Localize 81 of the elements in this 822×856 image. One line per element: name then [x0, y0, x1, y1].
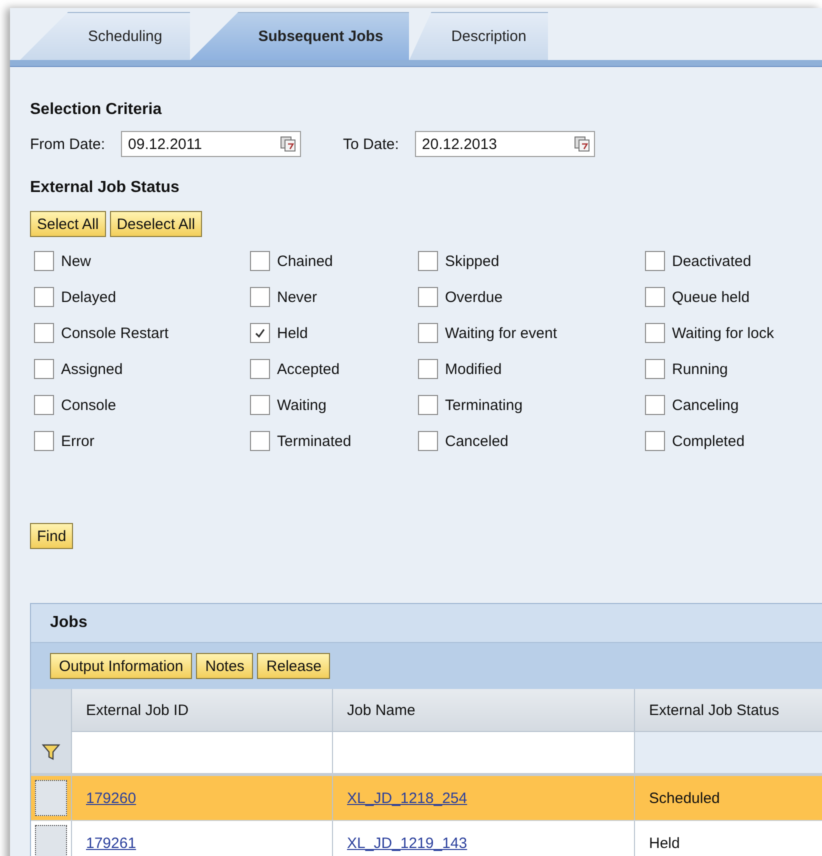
date-field[interactable]: 20.12.2013 — [414, 131, 595, 157]
tab[interactable]: Description — [409, 12, 548, 60]
checkbox[interactable] — [34, 395, 54, 415]
select-button[interactable]: Select All — [30, 211, 106, 237]
checkbox-label: Skipped — [445, 252, 500, 270]
checkbox-label: Waiting — [277, 396, 326, 414]
checkbox[interactable] — [418, 395, 438, 415]
filter-field[interactable] — [634, 731, 822, 773]
checkbox[interactable] — [645, 359, 665, 379]
checkbox[interactable] — [645, 287, 665, 307]
checkbox[interactable] — [645, 251, 665, 271]
checkbox-label: Queue held — [672, 288, 750, 306]
checkbox[interactable] — [34, 287, 54, 307]
table-row[interactable]: 179261 XL_JD_1219_143 Held — [31, 821, 822, 856]
tab[interactable]: Subsequent Jobs — [190, 12, 410, 60]
select-button[interactable]: Deselect All — [110, 211, 202, 237]
section-title: External Job Status — [30, 179, 180, 197]
status-text: Scheduled — [649, 790, 720, 806]
checkbox-label: Waiting for lock — [672, 324, 774, 342]
field-label: To Date: — [343, 136, 399, 152]
checkbox[interactable] — [418, 323, 438, 343]
checkbox-label: Chained — [277, 252, 333, 270]
checkbox-label: Assigned — [61, 360, 123, 378]
checkbox[interactable] — [645, 395, 665, 415]
checkbox-label: Delayed — [61, 288, 116, 306]
checkbox[interactable] — [250, 251, 270, 271]
calendar-icon[interactable] — [574, 136, 590, 152]
checkbox-label: Accepted — [277, 360, 340, 378]
checkbox-label: Canceled — [445, 432, 508, 450]
checkbox[interactable] — [34, 359, 54, 379]
checkbox-label: Terminated — [277, 432, 352, 450]
checkbox[interactable] — [34, 431, 54, 451]
toolbar-button[interactable]: Notes — [196, 653, 254, 679]
checkbox-label: Canceling — [672, 396, 739, 414]
checkbox-label: Modified — [445, 360, 502, 378]
checkbox-label: Completed — [672, 432, 745, 450]
checkbox[interactable] — [250, 395, 270, 415]
find-button[interactable]: Find — [30, 523, 74, 549]
row-selector[interactable] — [35, 780, 67, 816]
calendar-icon[interactable] — [280, 136, 296, 152]
job-id-link[interactable]: 179261 — [86, 834, 136, 852]
checkbox[interactable] — [250, 359, 270, 379]
status-text: Held — [649, 834, 680, 852]
field-label: From Date: — [30, 136, 106, 152]
checkbox[interactable] — [418, 359, 438, 379]
checkbox[interactable] — [250, 323, 270, 343]
checkbox[interactable] — [645, 431, 665, 451]
table-row[interactable]: 179260 XL_JD_1218_254 Scheduled — [31, 776, 822, 821]
checkbox-label: Console Restart — [61, 324, 169, 342]
date-field[interactable]: 09.12.2011 — [121, 131, 302, 157]
check-icon — [254, 327, 266, 339]
checkbox-label: Deactivated — [672, 252, 752, 270]
filter-field[interactable] — [71, 731, 332, 773]
toolbar-button[interactable]: Release — [257, 653, 330, 679]
checkbox[interactable] — [418, 431, 438, 451]
panel-title: Jobs — [31, 604, 822, 643]
checkbox-label: Overdue — [445, 288, 503, 306]
checkbox-label: Held — [277, 324, 308, 342]
job-name-link[interactable]: XL_JD_1219_143 — [347, 834, 468, 852]
checkbox[interactable] — [418, 251, 438, 271]
checkbox[interactable] — [418, 287, 438, 307]
filter-field[interactable] — [332, 731, 634, 773]
checkbox[interactable] — [250, 287, 270, 307]
tab[interactable]: Scheduling — [20, 12, 190, 60]
checkbox-label: Running — [672, 360, 728, 378]
section-title: Selection Criteria — [30, 101, 163, 119]
checkbox-label: Never — [277, 288, 318, 306]
checkbox-label: Error — [61, 432, 94, 450]
job-id-link[interactable]: 179260 — [86, 790, 136, 806]
checkbox-label: Terminating — [445, 396, 523, 414]
toolbar-button[interactable]: Output Information — [50, 653, 192, 679]
checkbox[interactable] — [645, 323, 665, 343]
row-selector[interactable] — [35, 825, 67, 856]
checkbox-label: New — [61, 252, 92, 270]
checkbox[interactable] — [250, 431, 270, 451]
checkbox-label: Waiting for event — [445, 324, 557, 342]
checkbox[interactable] — [34, 251, 54, 271]
checkbox-label: Console — [61, 396, 116, 414]
checkbox[interactable] — [34, 323, 54, 343]
filter-icon[interactable] — [41, 742, 61, 762]
job-name-link[interactable]: XL_JD_1218_254 — [347, 790, 468, 806]
